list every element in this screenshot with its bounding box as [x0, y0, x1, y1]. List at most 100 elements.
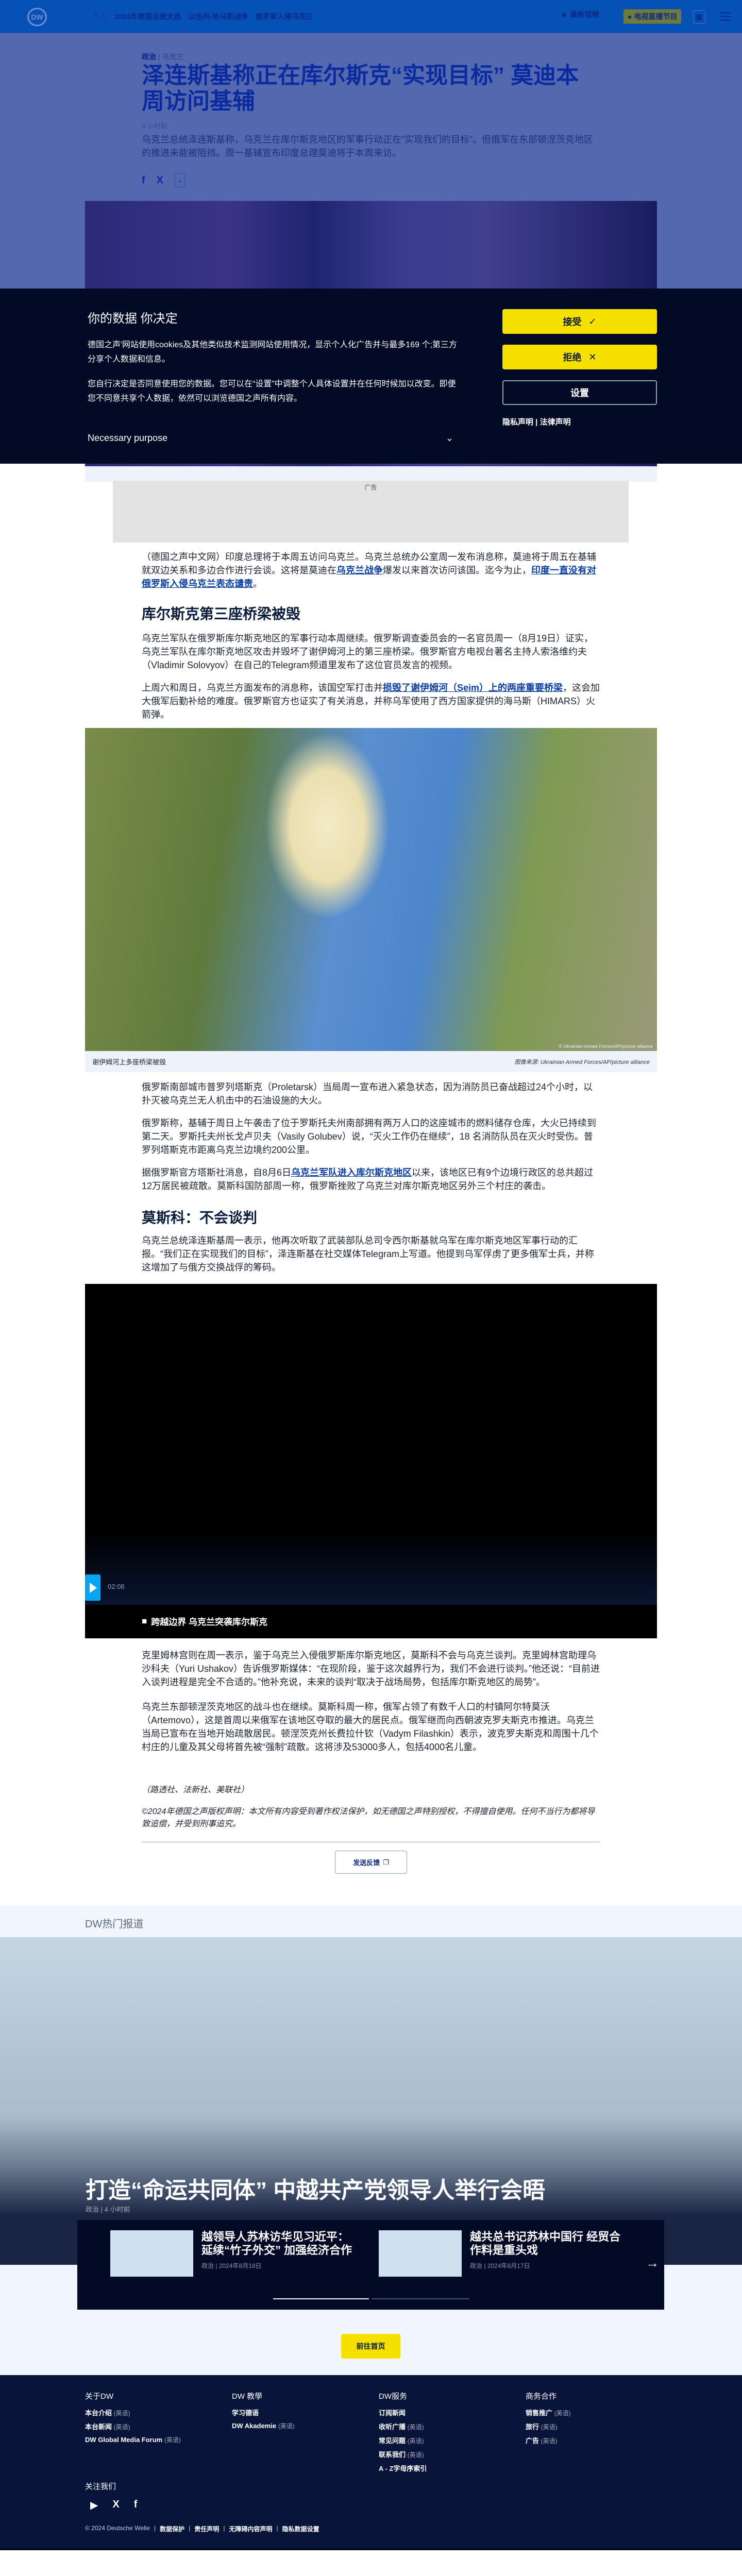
text: 上周六和周日，乌克兰方面发布的消息称，该国空军打击并 — [142, 683, 383, 693]
article-lead: 乌克兰总统泽连斯基称，乌克兰在库尔斯克地区的军事行动正在“实现我们的目标”。但俄… — [142, 134, 593, 158]
footer-heading: DW 教學 — [232, 2392, 263, 2401]
check-icon: ✓ — [588, 316, 597, 327]
follow-us-heading: 关注我们 — [85, 2482, 116, 2491]
caption-text: 谢伊姆河上多座桥梁被毁 — [92, 1058, 166, 1066]
ad-slot: 广告 — [113, 481, 629, 543]
latest-video-label: 最新视频 — [570, 10, 599, 19]
send-feedback-button[interactable]: 发送反馈 ❐ — [335, 1851, 407, 1874]
footer-column-services: DW服务 订阅新闻 收听广播 (英语) 常见问题 (英语) 联系我们 (英语) … — [379, 2391, 427, 2477]
meta-date: 2024年8月17日 — [487, 2262, 530, 2269]
hero-story-image[interactable] — [0, 1937, 742, 2265]
feedback-label: 发送反馈 — [353, 1859, 380, 1867]
bridge-strike-image: © Ukrainian Armed Forces/AP/picture alli… — [85, 728, 657, 1051]
footer-link[interactable]: 销售推广 (英语) — [526, 2408, 571, 2417]
chevron-down-icon: ⌄ — [445, 433, 453, 443]
footer-link[interactable]: 本台介绍 (英语) — [85, 2408, 181, 2417]
latest-video-link[interactable]: ■ 最新视频 — [562, 9, 599, 20]
legal-link[interactable]: 隐私数据设置 — [282, 2524, 319, 2533]
footer-link[interactable]: 学习德语 — [232, 2408, 295, 2417]
nav-item-russia-ukraine[interactable]: 俄罗斯入侵乌克兰 — [256, 11, 313, 22]
footer-link[interactable]: A - Z字母序索引 — [379, 2463, 427, 2473]
card-thumbnail — [110, 2230, 193, 2277]
dw-logo[interactable]: DW — [27, 8, 47, 26]
card-thumbnail — [379, 2230, 462, 2277]
card-title: 越领导人苏林访华见习近平：延续“竹子外交” 加强经济合作 — [201, 2230, 352, 2257]
story-carousel: 越领导人苏林访华见习近平：延续“竹子外交” 加强经济合作政治 | 2024年8月… — [77, 2220, 664, 2310]
category-link[interactable]: 政治 — [142, 53, 156, 61]
top-stories-heading: DW热门报道 — [85, 1919, 144, 1930]
hamburger-menu-icon[interactable] — [720, 12, 731, 21]
footer-link[interactable]: 订阅新闻 — [379, 2408, 427, 2417]
necessary-purpose-toggle[interactable]: Necessary purpose ⌄ — [88, 433, 453, 444]
top-nav: 焦点 2024年美国总统大选 以色列-哈马斯战争 俄罗斯入侵乌克兰 — [93, 11, 313, 22]
footer-link[interactable]: 本台新闻 (英语) — [85, 2421, 181, 2431]
footer-bottom-band — [0, 2548, 742, 2550]
section-heading: 库尔斯克第三座桥梁被毁 — [142, 606, 301, 622]
youtube-icon[interactable]: ▶ — [90, 2499, 98, 2512]
footer-link[interactable]: DW Akademie (英语) — [232, 2421, 295, 2430]
video-player[interactable]: 02:08 ■ 跨越边界 乌克兰突袭库尔斯克 — [85, 1284, 657, 1638]
necessary-purpose-label: Necessary purpose — [88, 433, 168, 443]
live-tv-button[interactable]: ● 电视直播节目 — [623, 9, 682, 24]
link-seim-bridges[interactable]: 损毁了谢伊姆河（Seim）上的两座重要桥梁 — [383, 683, 563, 693]
video-title: ■ 跨越边界 乌克兰突袭库尔斯克 — [142, 1615, 267, 1628]
footer-column-business: 商务合作 销售推广 (英语) 旅行 (英语) 广告 (英语) — [526, 2391, 571, 2449]
legal-link[interactable]: 无障碍内容声明 — [229, 2524, 272, 2533]
card-meta: 政治 | 2024年8月17日 — [470, 2262, 530, 2269]
link-ukraine-war[interactable]: 乌克兰战争 — [336, 565, 383, 575]
nav-item-israel-hamas[interactable]: 以色列-哈马斯战争 — [188, 11, 248, 22]
paragraph: 乌克兰东部顿涅茨克地区的战斗也在继续。莫斯科周一称，俄军占领了有数千人口的村镇阿… — [142, 1702, 599, 1752]
go-home-button[interactable]: 前往首页 — [341, 2334, 400, 2359]
privacy-link[interactable]: 隐私声明 — [502, 418, 533, 427]
video-duration: 02:08 — [108, 1583, 125, 1590]
footer-link[interactable]: DW Global Media Forum (英语) — [85, 2435, 181, 2444]
publish-time: 4 小时前 — [142, 122, 167, 130]
x-icon[interactable]: X — [112, 2499, 119, 2512]
footer-link[interactable]: 收听广播 (英语) — [379, 2421, 427, 2431]
carousel-progress[interactable] — [372, 2298, 469, 2299]
paragraph: （德国之声中文网）印度总理将于本周五访问乌克兰。乌克兰总统办公室周一发布消息称，… — [142, 550, 600, 590]
paragraph: 乌克兰军队在俄罗斯库尔斯克地区的军事行动本周继续。俄罗斯调查委员会的一名官员周一… — [142, 633, 594, 670]
footer-heading: 商务合作 — [526, 2392, 557, 2401]
footer-link[interactable]: 常见问题 (英语) — [379, 2435, 427, 2445]
carousel-card[interactable]: 越领导人苏林访华见习近平：延续“竹子外交” 加强经济合作 政治 | 2024年8月… — [110, 2230, 356, 2277]
footer-heading: 关于DW — [85, 2392, 113, 2401]
text: 爆发以来首次访问该国。迄今为止， — [383, 565, 531, 575]
accept-button[interactable]: 接受 ✓ — [502, 309, 657, 334]
language-toggle[interactable]: 繁 — [693, 10, 705, 24]
carousel-card[interactable]: 越共总书记苏林中国行 经贸合作料是重头戏 政治 | 2024年8月17日 — [379, 2230, 625, 2277]
footer-link[interactable]: 联系我们 (英语) — [379, 2449, 427, 2459]
legal-link[interactable]: 法律声明 — [540, 418, 571, 427]
play-button[interactable] — [85, 1574, 100, 1601]
footer-copyright: © 2024 Deutsche Welle — [85, 2524, 150, 2532]
facebook-icon[interactable]: f — [142, 175, 145, 187]
legal-link[interactable]: 责任声明 — [194, 2524, 219, 2533]
image-watermark: © Ukrainian Armed Forces/AP/picture alli… — [559, 1044, 653, 1049]
arrow-right-icon[interactable]: → — [646, 2255, 659, 2271]
footer-column-learn: DW 教學 学习德语 DW Akademie (英语) — [232, 2391, 295, 2434]
legal-link[interactable]: 数据保护 — [160, 2524, 184, 2533]
live-dot-icon: ● — [628, 12, 632, 21]
hero-story-title[interactable]: 打造“命运共同体” 中越共产党领导人举行会晤 — [86, 2172, 545, 2205]
tag-link[interactable]: 乌克兰 — [162, 53, 183, 61]
carousel-progress-active[interactable] — [273, 2298, 369, 2299]
meta-date: 2024年8月18日 — [218, 2262, 262, 2269]
chevron-down-icon[interactable]: ⌄ — [175, 173, 185, 188]
cookie-text: 您自行决定是否同意使用您的数据。您可以在“设置”中调整个人具体设置并在任何时候加… — [88, 380, 456, 403]
text: 。 — [253, 579, 262, 589]
link-kursk-incursion[interactable]: 乌克兰军队进入库尔斯克地区 — [291, 1167, 412, 1178]
footer-link[interactable]: 广告 (英语) — [526, 2435, 571, 2445]
footer-link[interactable]: 旅行 (英语) — [526, 2421, 571, 2431]
reject-button[interactable]: 拒绝 ✕ — [502, 345, 657, 369]
paragraph: 俄罗斯称，基辅于周日上午袭击了位于罗斯托夫州南部拥有两万人口的这座城市的燃料储存… — [142, 1118, 596, 1155]
share-bar: f X ⌄ — [142, 173, 600, 188]
x-icon[interactable]: X — [157, 175, 163, 187]
article-title: 泽连斯基称正在库尔斯克“实现目标” 莫迪本周访问基辅 — [142, 63, 579, 114]
facebook-icon[interactable]: f — [134, 2499, 138, 2512]
paragraph: 克里姆林宫则在周一表示，鉴于乌克兰入侵俄罗斯库尔斯克地区，莫斯科不会与乌克兰谈判… — [142, 1650, 600, 1687]
nav-item-focus[interactable]: 焦点 — [93, 11, 107, 22]
image-caption: 谢伊姆河上多座桥梁被毁 图像来源: Ukrainian Armed Forces/… — [85, 1051, 657, 1072]
paragraph: 上周六和周日，乌克兰方面发布的消息称，该国空军打击并损毁了谢伊姆河（Seim）上… — [142, 681, 600, 721]
nav-item-us-election[interactable]: 2024年美国总统大选 — [114, 11, 181, 22]
settings-button[interactable]: 设置 — [502, 380, 657, 405]
